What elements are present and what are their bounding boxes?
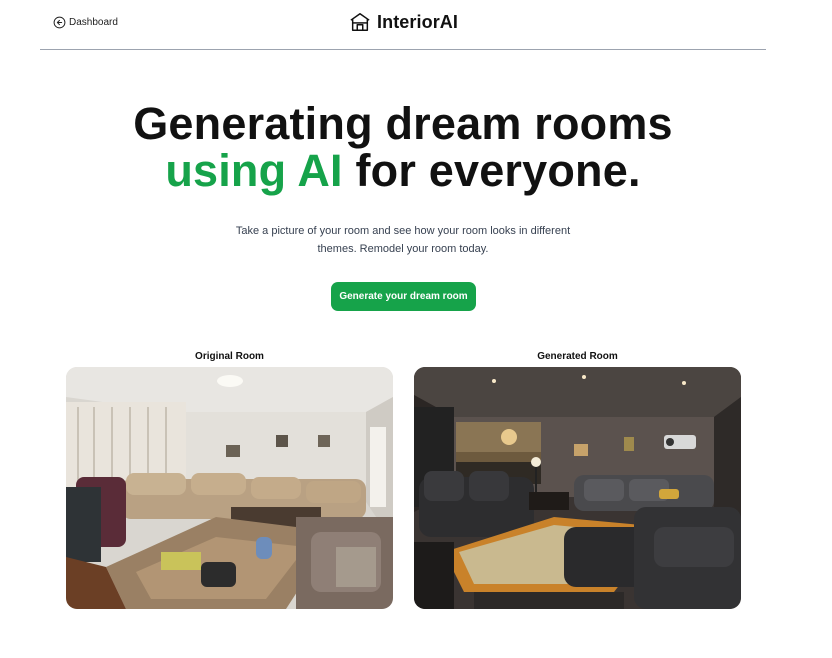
arrow-left-circle-icon [53, 16, 66, 29]
logo-text: InteriorAI [377, 11, 459, 32]
generated-room-label: Generated Room [537, 351, 618, 362]
generated-room-image [414, 367, 741, 609]
hero-title-accent: using AI [165, 145, 343, 196]
hero-title-line1: Generating dream rooms [133, 98, 673, 149]
app-logo[interactable]: InteriorAI [349, 11, 458, 33]
original-room-label: Original Room [195, 351, 264, 362]
top-header: Dashboard InteriorAI [40, 0, 766, 50]
hero-subtitle: Take a picture of your room and see how … [235, 225, 571, 255]
back-to-dashboard-link[interactable]: Dashboard [53, 16, 118, 29]
generate-dream-room-button[interactable]: Generate your dream room [331, 282, 476, 311]
hero-title: Generating dream rooms using AI for ever… [0, 100, 806, 194]
house-icon [350, 13, 370, 31]
hero-title-line2: for everyone. [342, 145, 641, 196]
back-link-label: Dashboard [69, 17, 118, 28]
original-room-image [66, 367, 393, 609]
